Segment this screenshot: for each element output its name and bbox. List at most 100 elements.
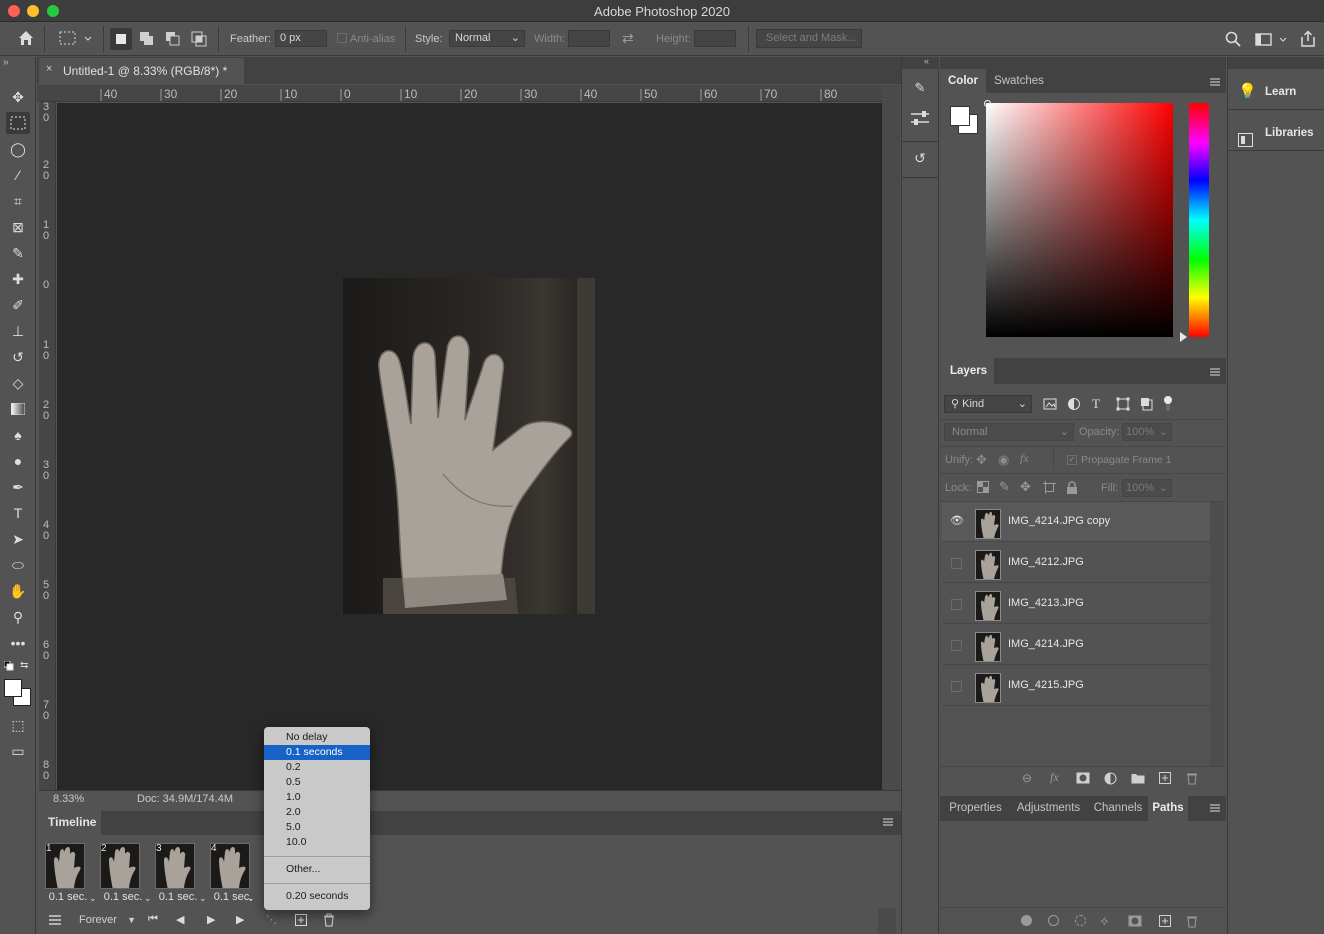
lock-all-icon[interactable] xyxy=(1066,481,1078,494)
first-frame-icon[interactable]: ⏮ xyxy=(148,913,158,926)
layer-name[interactable]: IMG_4213.JPG xyxy=(1008,597,1084,609)
add-mask-icon[interactable] xyxy=(1076,772,1090,784)
tab-color[interactable]: Color xyxy=(940,69,986,93)
timeline-scrollbar[interactable] xyxy=(878,908,896,934)
make-work-path-icon[interactable]: ⟡ xyxy=(1100,913,1109,929)
layer-name[interactable]: IMG_4215.JPG xyxy=(1008,679,1084,691)
unify-visibility-icon[interactable]: ◉ xyxy=(998,452,1009,468)
history-brush-tool-icon[interactable]: ↺ xyxy=(6,346,30,368)
screen-mode-icon[interactable]: ▭ xyxy=(6,740,30,762)
unify-style-icon[interactable]: fx xyxy=(1020,451,1029,466)
layer-row[interactable]: 👁 IMG_4214.JPG copy xyxy=(942,502,1210,542)
layers-panel-menu-icon[interactable] xyxy=(1209,366,1221,378)
dodge-tool-icon[interactable]: ● xyxy=(6,450,30,472)
visibility-toggle[interactable] xyxy=(951,681,962,692)
healing-brush-tool-icon[interactable]: ✚ xyxy=(6,268,30,290)
menu-item-2.0[interactable]: 2.0 xyxy=(264,805,370,820)
chevron-down-icon[interactable]: ⌄ xyxy=(144,893,152,904)
new-layer-icon[interactable] xyxy=(1158,771,1172,785)
color-spectrum-field[interactable] xyxy=(986,103,1173,337)
more-tools-icon[interactable]: ••• xyxy=(6,632,30,654)
eye-icon[interactable]: 👁 xyxy=(950,515,964,527)
eyedropper-tool-icon[interactable]: ✎ xyxy=(6,242,30,264)
hand-tool-icon[interactable]: ✋ xyxy=(6,580,30,602)
animation-frame[interactable]: 3 0.1 sec. xyxy=(152,841,202,905)
hue-slider[interactable] xyxy=(1189,103,1209,337)
lock-transparency-icon[interactable] xyxy=(977,481,989,493)
new-selection-icon[interactable] xyxy=(110,28,132,50)
type-tool-icon[interactable]: T xyxy=(6,502,30,524)
style-select[interactable]: Normal ⌄ xyxy=(449,30,525,47)
history-icon[interactable]: ↺ xyxy=(908,150,932,170)
add-vector-mask-icon[interactable] xyxy=(1128,915,1142,927)
foreground-color-swatch[interactable] xyxy=(4,679,22,697)
layer-name[interactable]: IMG_4214.JPG copy xyxy=(1008,515,1110,527)
chevron-down-icon[interactable]: ⌄ xyxy=(89,893,97,904)
menu-item-recent-delay[interactable]: 0.20 seconds xyxy=(264,889,370,904)
brush-tool-icon[interactable]: ✐ xyxy=(6,294,30,316)
visibility-toggle[interactable] xyxy=(951,558,962,569)
load-path-as-selection-icon[interactable] xyxy=(1075,915,1086,926)
tab-adjustments[interactable]: Adjustments xyxy=(1011,796,1086,821)
close-tab-icon[interactable]: × xyxy=(46,63,52,75)
link-layers-icon[interactable]: ⊖ xyxy=(1022,771,1032,785)
propagate-frame-checkbox[interactable]: ✓ xyxy=(1067,455,1077,465)
swap-colors-icon[interactable]: ⇆ xyxy=(20,660,28,671)
tab-swatches[interactable]: Swatches xyxy=(986,69,1052,93)
frame-delay[interactable]: 0.1 sec. xyxy=(97,891,149,903)
lock-artboard-icon[interactable] xyxy=(1043,481,1056,494)
layer-row[interactable]: IMG_4215.JPG xyxy=(942,666,1210,706)
filter-shape-layers-icon[interactable] xyxy=(1116,397,1130,411)
delete-layer-icon[interactable] xyxy=(1185,771,1199,785)
layer-name[interactable]: IMG_4212.JPG xyxy=(1008,556,1084,568)
adjustments-sliders-icon[interactable] xyxy=(908,108,932,128)
duplicate-frame-icon[interactable] xyxy=(294,913,308,927)
crop-tool-icon[interactable]: ⌗ xyxy=(6,190,30,212)
hue-slider-handle[interactable] xyxy=(1180,332,1187,342)
pen-tool-icon[interactable]: ✒ xyxy=(6,476,30,498)
vertical-scrollbar[interactable] xyxy=(882,85,900,790)
home-icon[interactable] xyxy=(14,29,38,49)
magic-wand-tool-icon[interactable]: ⁄ xyxy=(6,164,30,186)
path-selection-tool-icon[interactable]: ➤ xyxy=(6,528,30,550)
move-tool-icon[interactable]: ✥ xyxy=(6,86,30,108)
menu-item-0.5[interactable]: 0.5 xyxy=(264,775,370,790)
feather-input[interactable]: 0 px xyxy=(275,30,327,47)
menu-item-10.0[interactable]: 10.0 xyxy=(264,835,370,850)
timeline-tab[interactable]: Timeline xyxy=(39,811,101,835)
new-adjustment-layer-icon[interactable] xyxy=(1104,772,1117,785)
layer-style-icon[interactable]: fx xyxy=(1050,770,1059,785)
lock-pixels-icon[interactable]: ✎ xyxy=(999,479,1010,495)
height-input[interactable] xyxy=(694,30,736,47)
swap-width-height-icon[interactable]: ⇄ xyxy=(622,30,640,48)
glove-photo[interactable] xyxy=(343,278,595,614)
play-icon[interactable]: ▶ xyxy=(207,913,215,926)
animation-frame[interactable]: 2 0.1 sec. xyxy=(97,841,147,905)
quick-mask-icon[interactable]: ⬚ xyxy=(6,714,30,736)
layer-row[interactable]: IMG_4214.JPG xyxy=(942,625,1210,665)
lasso-tool-icon[interactable]: ◯ xyxy=(6,138,30,160)
document-tab[interactable]: Untitled-1 @ 8.33% (RGB/8*) * xyxy=(39,58,244,84)
zoom-tool-icon[interactable]: ⚲ xyxy=(6,606,30,628)
share-icon[interactable] xyxy=(1298,29,1318,49)
new-path-icon[interactable] xyxy=(1158,914,1172,928)
layers-scrollbar[interactable] xyxy=(1210,502,1224,766)
fill-input[interactable]: 100% ⌄ xyxy=(1122,479,1172,497)
menu-item-5.0[interactable]: 5.0 xyxy=(264,820,370,835)
tween-icon[interactable]: ⋱ xyxy=(266,913,277,926)
visibility-toggle[interactable] xyxy=(951,640,962,651)
stroke-path-icon[interactable] xyxy=(1048,915,1059,926)
eraser-tool-icon[interactable]: ◇ xyxy=(6,372,30,394)
layer-filter-kind-select[interactable]: ⚲ Kind ⌄ xyxy=(944,395,1032,413)
frame-delay[interactable]: 0.1 sec. xyxy=(42,891,94,903)
clone-stamp-tool-icon[interactable]: ⊥ xyxy=(6,320,30,342)
menu-item-0.1-seconds[interactable]: 0.1 seconds xyxy=(264,745,370,760)
delete-path-icon[interactable] xyxy=(1185,914,1199,928)
brush-settings-icon[interactable]: ✎ xyxy=(908,80,932,100)
visibility-toggle[interactable] xyxy=(951,599,962,610)
chevron-down-icon[interactable]: ⌄ xyxy=(247,893,255,904)
new-group-icon[interactable] xyxy=(1131,772,1145,784)
tab-properties[interactable]: Properties xyxy=(940,796,1011,821)
document-size[interactable]: Doc: 34.9M/174.4M xyxy=(137,793,233,805)
frame-delay[interactable]: 0.1 sec. xyxy=(152,891,204,903)
